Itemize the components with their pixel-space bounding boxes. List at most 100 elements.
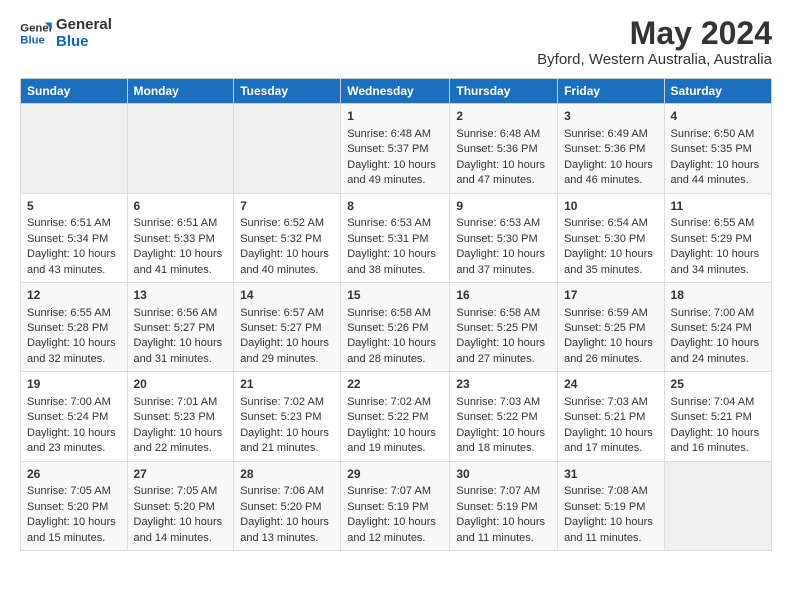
day-cell: 1 Sunrise: 6:48 AMSunset: 5:37 PMDaylight…	[341, 104, 450, 193]
day-info: Daylight: 10 hours and 29 minutes.	[240, 336, 334, 367]
day-cell: 20Sunrise: 7:01 AMSunset: 5:23 PMDayligh…	[127, 372, 234, 461]
day-info: Sunset: 5:19 PM	[347, 500, 443, 515]
day-number: 24	[564, 376, 657, 393]
day-cell: 15Sunrise: 6:58 AMSunset: 5:26 PMDayligh…	[341, 282, 450, 371]
day-number: 18	[671, 287, 765, 304]
day-info: Daylight: 10 hours and 35 minutes.	[564, 247, 657, 278]
day-info: Sunset: 5:30 PM	[564, 232, 657, 247]
day-info: Sunset: 5:36 PM	[564, 142, 657, 157]
day-number: 17	[564, 287, 657, 304]
week-row-1: 1Sunrise: 6:48 AMSunset: 5:37 PMDaylight…	[21, 104, 772, 193]
page-header: General Blue General Blue May 2024 Byfor…	[20, 16, 772, 68]
week-row-3: 12Sunrise: 6:55 AMSunset: 5:28 PMDayligh…	[21, 282, 772, 371]
day-info: Daylight: 10 hours and 43 minutes.	[27, 247, 121, 278]
day-info: Daylight: 10 hours and 49 minutes.	[347, 158, 443, 189]
day-cell: 22Sunrise: 7:02 AMSunset: 5:22 PMDayligh…	[341, 372, 450, 461]
day-info: Sunrise: 6:48 AM	[347, 127, 443, 142]
day-info: Sunrise: 7:03 AM	[456, 395, 551, 410]
day-number: 31	[564, 466, 657, 483]
title-area: May 2024 Byford, Western Australia, Aust…	[537, 16, 772, 68]
day-info: Sunrise: 7:03 AM	[564, 395, 657, 410]
day-cell: 13Sunrise: 6:56 AMSunset: 5:27 PMDayligh…	[127, 282, 234, 371]
day-info: Daylight: 10 hours and 31 minutes.	[134, 336, 228, 367]
day-info: Sunset: 5:24 PM	[27, 410, 121, 425]
day-number: 16	[456, 287, 551, 304]
day-number: 21	[240, 376, 334, 393]
day-info: Daylight: 10 hours and 34 minutes.	[671, 247, 765, 278]
day-number: 10	[564, 198, 657, 215]
week-row-2: 5Sunrise: 6:51 AMSunset: 5:34 PMDaylight…	[21, 193, 772, 282]
day-cell: 3Sunrise: 6:49 AMSunset: 5:36 PMDaylight…	[558, 104, 664, 193]
header-row: SundayMondayTuesdayWednesdayThursdayFrid…	[21, 79, 772, 104]
day-cell: 18Sunrise: 7:00 AMSunset: 5:24 PMDayligh…	[664, 282, 771, 371]
day-info: Sunset: 5:37 PM	[347, 142, 443, 157]
day-info: Daylight: 10 hours and 28 minutes.	[347, 336, 443, 367]
day-info: Daylight: 10 hours and 19 minutes.	[347, 426, 443, 457]
day-info: Sunrise: 6:49 AM	[564, 127, 657, 142]
day-info: Sunset: 5:27 PM	[240, 321, 334, 336]
logo-icon: General Blue	[20, 19, 52, 47]
col-header-friday: Friday	[558, 79, 664, 104]
day-number: 3	[564, 108, 657, 125]
day-cell: 29Sunrise: 7:07 AMSunset: 5:19 PMDayligh…	[341, 461, 450, 550]
day-info: Sunset: 5:28 PM	[27, 321, 121, 336]
day-info: Sunset: 5:20 PM	[134, 500, 228, 515]
day-info: Daylight: 10 hours and 27 minutes.	[456, 336, 551, 367]
day-info: Sunrise: 6:50 AM	[671, 127, 765, 142]
day-info: Sunrise: 6:53 AM	[347, 216, 443, 231]
day-info: Daylight: 10 hours and 41 minutes.	[134, 247, 228, 278]
day-cell: 28Sunrise: 7:06 AMSunset: 5:20 PMDayligh…	[234, 461, 341, 550]
day-info: Sunset: 5:21 PM	[671, 410, 765, 425]
col-header-sunday: Sunday	[21, 79, 128, 104]
day-cell: 12Sunrise: 6:55 AMSunset: 5:28 PMDayligh…	[21, 282, 128, 371]
calendar-table: SundayMondayTuesdayWednesdayThursdayFrid…	[20, 78, 772, 551]
day-info: Sunrise: 6:57 AM	[240, 306, 334, 321]
week-row-5: 26Sunrise: 7:05 AMSunset: 5:20 PMDayligh…	[21, 461, 772, 550]
day-info: Daylight: 10 hours and 11 minutes.	[456, 515, 551, 546]
day-info: Sunrise: 7:01 AM	[134, 395, 228, 410]
day-info: Sunset: 5:34 PM	[27, 232, 121, 247]
day-info: Sunrise: 7:00 AM	[27, 395, 121, 410]
day-info: Sunset: 5:26 PM	[347, 321, 443, 336]
day-number: 9	[456, 198, 551, 215]
day-number: 8	[347, 198, 443, 215]
day-number: 30	[456, 466, 551, 483]
day-info: Sunrise: 7:06 AM	[240, 484, 334, 499]
week-row-4: 19Sunrise: 7:00 AMSunset: 5:24 PMDayligh…	[21, 372, 772, 461]
day-cell: 23Sunrise: 7:03 AMSunset: 5:22 PMDayligh…	[450, 372, 558, 461]
day-number: 12	[27, 287, 121, 304]
day-info: Sunrise: 7:05 AM	[27, 484, 121, 499]
day-info: Sunrise: 7:07 AM	[456, 484, 551, 499]
day-info: Sunrise: 7:02 AM	[240, 395, 334, 410]
day-cell: 14Sunrise: 6:57 AMSunset: 5:27 PMDayligh…	[234, 282, 341, 371]
day-info: Sunset: 5:32 PM	[240, 232, 334, 247]
day-info: Sunrise: 6:48 AM	[456, 127, 551, 142]
day-info: Sunset: 5:20 PM	[27, 500, 121, 515]
day-info: Sunset: 5:25 PM	[564, 321, 657, 336]
day-info: Sunrise: 6:52 AM	[240, 216, 334, 231]
day-info: Daylight: 10 hours and 32 minutes.	[27, 336, 121, 367]
day-info: Sunset: 5:23 PM	[240, 410, 334, 425]
day-number: 29	[347, 466, 443, 483]
day-cell: 11Sunrise: 6:55 AMSunset: 5:29 PMDayligh…	[664, 193, 771, 282]
day-info: Daylight: 10 hours and 15 minutes.	[27, 515, 121, 546]
day-cell: 7Sunrise: 6:52 AMSunset: 5:32 PMDaylight…	[234, 193, 341, 282]
day-info: Sunset: 5:25 PM	[456, 321, 551, 336]
day-info: Daylight: 10 hours and 38 minutes.	[347, 247, 443, 278]
day-number: 25	[671, 376, 765, 393]
day-number: 4	[671, 108, 765, 125]
day-info: Daylight: 10 hours and 40 minutes.	[240, 247, 334, 278]
day-cell: 31Sunrise: 7:08 AMSunset: 5:19 PMDayligh…	[558, 461, 664, 550]
day-cell: 24Sunrise: 7:03 AMSunset: 5:21 PMDayligh…	[558, 372, 664, 461]
day-cell: 30Sunrise: 7:07 AMSunset: 5:19 PMDayligh…	[450, 461, 558, 550]
day-number: 1	[347, 108, 443, 125]
day-cell: 2Sunrise: 6:48 AMSunset: 5:36 PMDaylight…	[450, 104, 558, 193]
day-number: 27	[134, 466, 228, 483]
col-header-tuesday: Tuesday	[234, 79, 341, 104]
col-header-wednesday: Wednesday	[341, 79, 450, 104]
day-number: 15	[347, 287, 443, 304]
day-info: Sunrise: 7:02 AM	[347, 395, 443, 410]
day-info: Sunrise: 7:04 AM	[671, 395, 765, 410]
day-number: 28	[240, 466, 334, 483]
day-number: 7	[240, 198, 334, 215]
